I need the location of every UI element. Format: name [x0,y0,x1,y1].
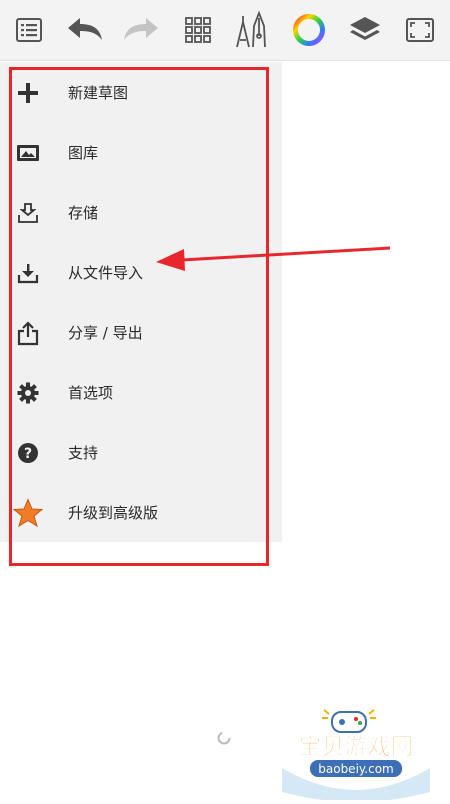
color-wheel-icon[interactable] [288,9,330,51]
loading-spinner-icon [217,731,231,745]
grid-icon[interactable] [177,9,219,51]
undo-icon[interactable] [64,9,106,51]
list-icon[interactable] [8,9,50,51]
redo-icon[interactable] [120,9,162,51]
top-toolbar [0,0,450,61]
layers-icon[interactable] [344,9,386,51]
watermark-logo: 宝贝游戏网 baobeiy.com [262,702,450,802]
annotation-arrow [156,246,391,271]
annotation-highlight-box [9,67,269,566]
fullscreen-icon[interactable] [399,9,441,51]
watermark-brand-text: 宝贝游戏网 [299,733,414,760]
brushes-icon[interactable] [232,9,274,51]
watermark-url-text: baobeiy.com [318,762,393,776]
